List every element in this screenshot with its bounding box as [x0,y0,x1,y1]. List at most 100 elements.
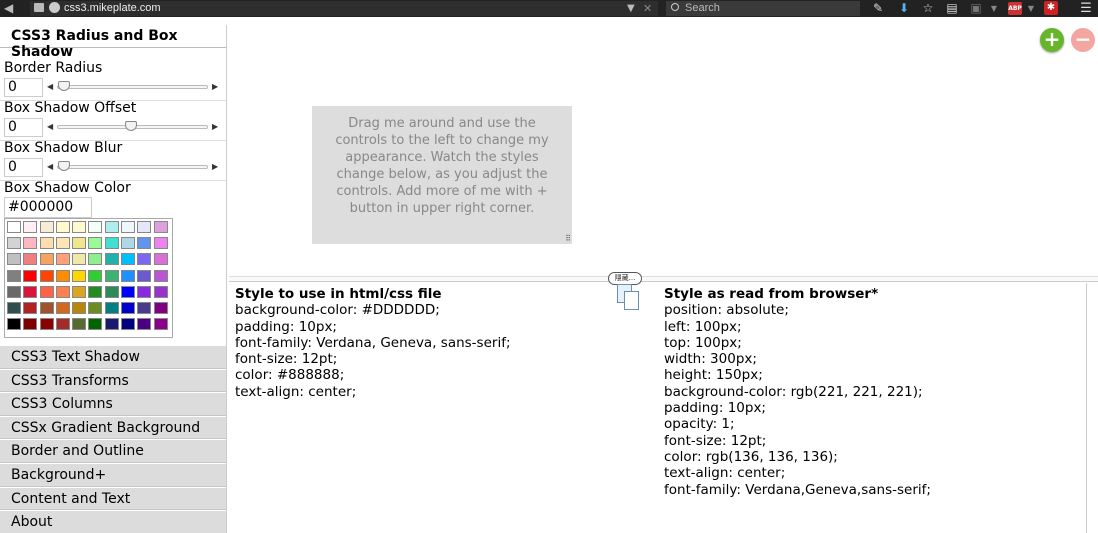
box-shadow-offset-slider-thumb[interactable] [125,121,137,131]
color-swatch[interactable] [23,301,38,314]
box-shadow-offset-input[interactable]: 0 [4,118,43,137]
color-swatch[interactable] [137,301,152,314]
dropdown-arrow-icon[interactable]: ▼ [627,0,635,17]
remove-box-button[interactable]: − [1071,28,1095,52]
color-swatch[interactable] [39,253,54,266]
color-swatch[interactable] [72,301,87,314]
color-swatch[interactable] [7,285,21,298]
color-swatch[interactable] [72,269,87,282]
color-swatch[interactable] [153,301,168,314]
download-arrow-icon[interactable]: ⬇ [896,0,912,17]
color-swatch[interactable] [23,318,38,331]
sidebar-menu-item[interactable]: CSSx Gradient Background [0,415,226,440]
color-swatch[interactable] [121,301,136,314]
box-shadow-blur-slider-thumb[interactable] [58,161,70,171]
color-swatch[interactable] [104,221,119,233]
color-swatch[interactable] [104,285,119,298]
color-swatch[interactable] [39,318,54,331]
color-swatch[interactable] [72,318,87,331]
color-swatch[interactable] [39,237,54,250]
color-swatch[interactable] [121,253,136,266]
sync-icon[interactable]: ▣ [968,0,984,17]
search-field[interactable]: Search [666,1,860,16]
draggable-demo-box[interactable]: Drag me around and use the controls to t… [312,106,572,244]
color-swatch[interactable] [7,253,21,266]
color-swatch[interactable] [7,237,21,250]
color-swatch[interactable] [7,269,21,282]
slider-right-arrow-icon[interactable]: ▶ [212,122,218,131]
stop-icon[interactable]: ✕ [643,0,652,17]
color-swatch[interactable] [88,253,103,266]
color-swatch[interactable] [137,237,152,250]
sidebar-menu-item[interactable]: CSS3 Columns [0,392,226,416]
color-swatch[interactable] [121,285,136,298]
sidebar-menu-item[interactable]: Content and Text [0,486,226,511]
color-swatch[interactable] [55,285,70,298]
addon-icon[interactable]: ✱ [1044,1,1058,15]
color-swatch[interactable] [55,253,70,266]
color-swatch[interactable] [104,301,119,314]
color-swatch[interactable] [23,253,38,266]
color-swatch[interactable] [72,253,87,266]
slider-left-arrow-icon[interactable]: ◀ [47,122,53,131]
slider-left-arrow-icon[interactable]: ◀ [47,82,53,91]
color-swatch[interactable] [153,253,168,266]
color-swatch[interactable] [72,237,87,250]
color-swatch[interactable] [55,318,70,331]
adblock-dropdown-icon[interactable]: ▼ [1023,0,1039,17]
box-shadow-color-input[interactable]: #000000 [4,197,92,218]
color-swatch[interactable] [72,221,87,233]
dropdown-small-icon[interactable]: ▼ [986,0,1002,17]
sidebar-menu-item[interactable]: About [0,510,226,533]
color-swatch[interactable] [88,301,103,314]
color-swatch[interactable] [72,285,87,298]
color-swatch[interactable] [39,301,54,314]
color-swatch[interactable] [137,221,152,233]
slider-right-arrow-icon[interactable]: ▶ [212,162,218,171]
border-radius-slider-thumb[interactable] [58,81,70,91]
hamburger-menu-icon[interactable]: ☰ [1078,0,1094,17]
copy-icon[interactable] [617,284,643,312]
color-swatch[interactable] [153,318,168,331]
color-swatch[interactable] [153,237,168,250]
bookmark-star-icon[interactable]: ☆ [920,0,936,17]
slider-right-arrow-icon[interactable]: ▶ [212,82,218,91]
color-swatch[interactable] [88,237,103,250]
border-radius-input[interactable]: 0 [4,78,43,97]
color-swatch[interactable] [137,269,152,282]
url-text[interactable]: css3.mikeplate.com [64,1,161,15]
color-swatch[interactable] [88,221,103,233]
color-swatch[interactable] [55,269,70,282]
color-swatch[interactable] [88,269,103,282]
sidebar-menu-item[interactable]: CSS3 Text Shadow [0,345,226,369]
sidebar-header[interactable]: CSS3 Radius and Box Shadow [0,25,226,60]
color-swatch[interactable] [137,318,152,331]
resize-grip-icon[interactable]: ⠿ [565,235,571,243]
box-shadow-blur-input[interactable]: 0 [4,158,43,177]
slider-left-arrow-icon[interactable]: ◀ [47,162,53,171]
sidebar-menu-item[interactable]: CSS3 Transforms [0,368,226,393]
sidebar-menu-item[interactable]: Border and Outline [0,439,226,463]
color-swatch[interactable] [104,318,119,331]
color-swatch[interactable] [153,269,168,282]
color-swatch[interactable] [7,318,21,331]
color-swatch[interactable] [121,318,136,331]
splitter[interactable] [229,276,1098,282]
color-swatch[interactable] [39,269,54,282]
color-swatch[interactable] [23,221,38,233]
wrench-icon[interactable]: ✎ [870,0,886,17]
color-swatch[interactable] [55,221,70,233]
color-swatch[interactable] [153,285,168,298]
color-swatch[interactable] [7,301,21,314]
border-radius-slider[interactable] [57,85,208,89]
color-swatch[interactable] [88,285,103,298]
color-swatch[interactable] [39,285,54,298]
color-swatch[interactable] [104,269,119,282]
color-swatch[interactable] [23,237,38,250]
box-shadow-blur-slider[interactable] [57,165,208,169]
color-swatch[interactable] [23,269,38,282]
color-swatch[interactable] [39,221,54,233]
add-box-button[interactable]: + [1040,28,1064,52]
color-swatch[interactable] [7,221,21,233]
color-swatch[interactable] [153,221,168,233]
